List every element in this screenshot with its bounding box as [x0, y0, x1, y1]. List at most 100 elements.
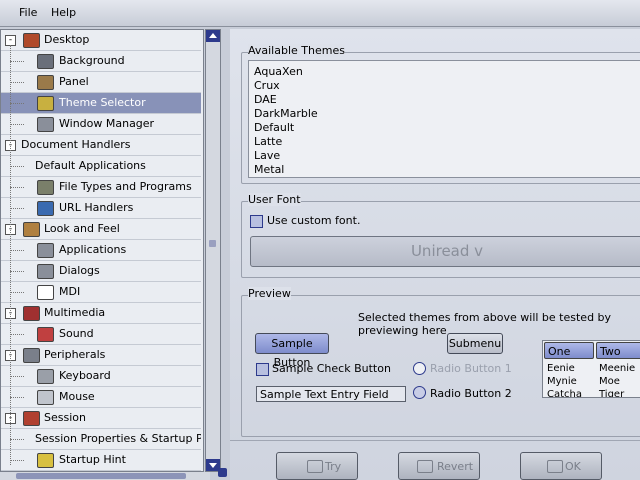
tree-item[interactable]: - Multimedia	[1, 303, 201, 324]
panel-icon	[37, 75, 54, 90]
tree-item[interactable]: MDI	[1, 282, 201, 303]
theme-list-item[interactable]: Metal	[254, 163, 284, 176]
tree-trunk-line	[10, 45, 11, 465]
tree-item[interactable]: URL Handlers	[1, 198, 201, 219]
tree-item[interactable]: Session Properties & Startup Progr	[1, 429, 201, 450]
sample-column-list[interactable]: One Two Eenie Meenie Mynie Moe Catcha Tiger	[542, 340, 640, 398]
column-header-one[interactable]: One	[544, 342, 594, 359]
radio-button-1[interactable]	[413, 362, 426, 375]
tree-connector	[10, 376, 24, 377]
tree-connector	[10, 187, 24, 188]
keyboard-icon	[37, 369, 54, 384]
tree-item[interactable]: - Look and Feel	[1, 219, 201, 240]
app-icon	[37, 243, 54, 258]
tree-item-label: Peripherals	[44, 348, 106, 361]
tree-item[interactable]: Mouse	[1, 387, 201, 408]
theme-list-item[interactable]: Default	[254, 121, 294, 134]
tree-item-label: Session	[44, 411, 86, 424]
monitor-icon	[37, 54, 54, 69]
tree-item-label: Panel	[59, 75, 89, 88]
tree-item[interactable]: Default Applications	[1, 156, 201, 177]
action-separator	[230, 440, 640, 441]
dialog-icon	[37, 264, 54, 279]
tree-horizontal-scrollbar[interactable]	[0, 472, 210, 480]
available-themes-title: Available Themes	[248, 44, 345, 57]
sample-button[interactable]: Sample Button	[255, 333, 329, 369]
file-menu[interactable]: File	[19, 6, 37, 19]
radio-button-1-label: Radio Button 1	[430, 362, 512, 375]
tree-item-label: MDI	[59, 285, 81, 298]
tree-item[interactable]: Background	[1, 51, 201, 72]
radio-button-2-label: Radio Button 2	[430, 387, 512, 400]
sample-text-entry[interactable]: Sample Text Entry Field	[256, 386, 406, 402]
tree-item[interactable]: Dialogs	[1, 261, 201, 282]
theme-list-item[interactable]: Crux	[254, 79, 280, 92]
radio-button-2[interactable]	[413, 386, 426, 399]
tree-connector	[10, 271, 24, 272]
tree-item[interactable]: Startup Hint	[1, 450, 201, 471]
tree-connector	[10, 103, 24, 104]
tree-item[interactable]: Sound	[1, 324, 201, 345]
tree-item-label: Theme Selector	[59, 96, 146, 109]
globe-icon	[37, 201, 54, 216]
tree-item-label: Mouse	[59, 390, 95, 403]
menubar: File Help	[0, 0, 640, 27]
tree-item[interactable]: Window Manager	[1, 114, 201, 135]
tree-item-label: URL Handlers	[59, 201, 134, 214]
sound-icon	[37, 327, 54, 342]
session-icon	[23, 411, 40, 426]
column-list-cell: Mynie	[547, 376, 577, 387]
scroll-up-arrow-icon[interactable]	[206, 30, 220, 42]
mdi-icon	[37, 285, 54, 300]
tree-vertical-scrollbar[interactable]	[205, 29, 221, 472]
tree-item-label: File Types and Programs	[59, 180, 192, 193]
tree-item-label: Session Properties & Startup Progr	[35, 432, 201, 445]
palette-icon	[23, 222, 40, 237]
themes-list[interactable]: AquaXen Crux DAE DarkMarble Default Latte Lave…	[248, 60, 640, 178]
revert-button[interactable]: Revert	[398, 452, 480, 480]
tree-item-label: Applications	[59, 243, 127, 256]
column-list-cell: Catcha	[547, 389, 582, 398]
pane-resize-handle[interactable]	[218, 468, 227, 477]
tree-item[interactable]: Panel	[1, 72, 201, 93]
tree-item[interactable]: - Peripherals	[1, 345, 201, 366]
tree-item[interactable]: Theme Selector	[1, 93, 201, 114]
revert-label: Revert	[437, 460, 474, 473]
tree-item[interactable]: - Desktop	[1, 30, 201, 51]
tree-item[interactable]: - Session	[1, 408, 201, 429]
window-icon	[37, 117, 54, 132]
theme-list-item[interactable]: AquaXen	[254, 65, 303, 78]
theme-list-item[interactable]: DAE	[254, 93, 277, 106]
theme-list-item[interactable]: Lave	[254, 149, 280, 162]
scroll-grip[interactable]	[209, 240, 216, 247]
theme-list-item[interactable]: DarkMarble	[254, 107, 318, 120]
ok-label: OK	[565, 460, 581, 473]
tree-item-label: Sound	[59, 327, 94, 340]
submenu-button[interactable]: Submenu	[447, 333, 503, 354]
horizontal-scroll-thumb[interactable]	[16, 473, 186, 479]
tree-item[interactable]: Keyboard	[1, 366, 201, 387]
use-custom-font-checkbox[interactable]	[250, 215, 263, 228]
revert-icon	[417, 460, 433, 473]
tree-item-label: Dialogs	[59, 264, 100, 277]
tree-connector	[10, 292, 24, 293]
tree-item[interactable]: - Document Handlers	[1, 135, 201, 156]
paint-icon	[37, 96, 54, 111]
filetypes-icon	[37, 180, 54, 195]
tree-connector	[10, 82, 24, 83]
sample-check-button[interactable]	[256, 363, 269, 376]
ok-button[interactable]: OK	[520, 452, 602, 480]
font-picker-button[interactable]: Uniread v	[250, 236, 640, 267]
try-button[interactable]: Try	[276, 452, 358, 480]
help-menu[interactable]: Help	[51, 6, 76, 19]
use-custom-font-label: Use custom font.	[267, 214, 361, 227]
tree-item-label: Multimedia	[44, 306, 106, 319]
tree-item[interactable]: File Types and Programs	[1, 177, 201, 198]
tree-item[interactable]: Applications	[1, 240, 201, 261]
tree-item-label: Window Manager	[59, 117, 155, 130]
theme-list-item[interactable]: Latte	[254, 135, 282, 148]
tree-item-label: Document Handlers	[21, 138, 131, 151]
tree-item-label: Keyboard	[59, 369, 111, 382]
column-header-two[interactable]: Two	[596, 342, 640, 359]
peripherals-icon	[23, 348, 40, 363]
